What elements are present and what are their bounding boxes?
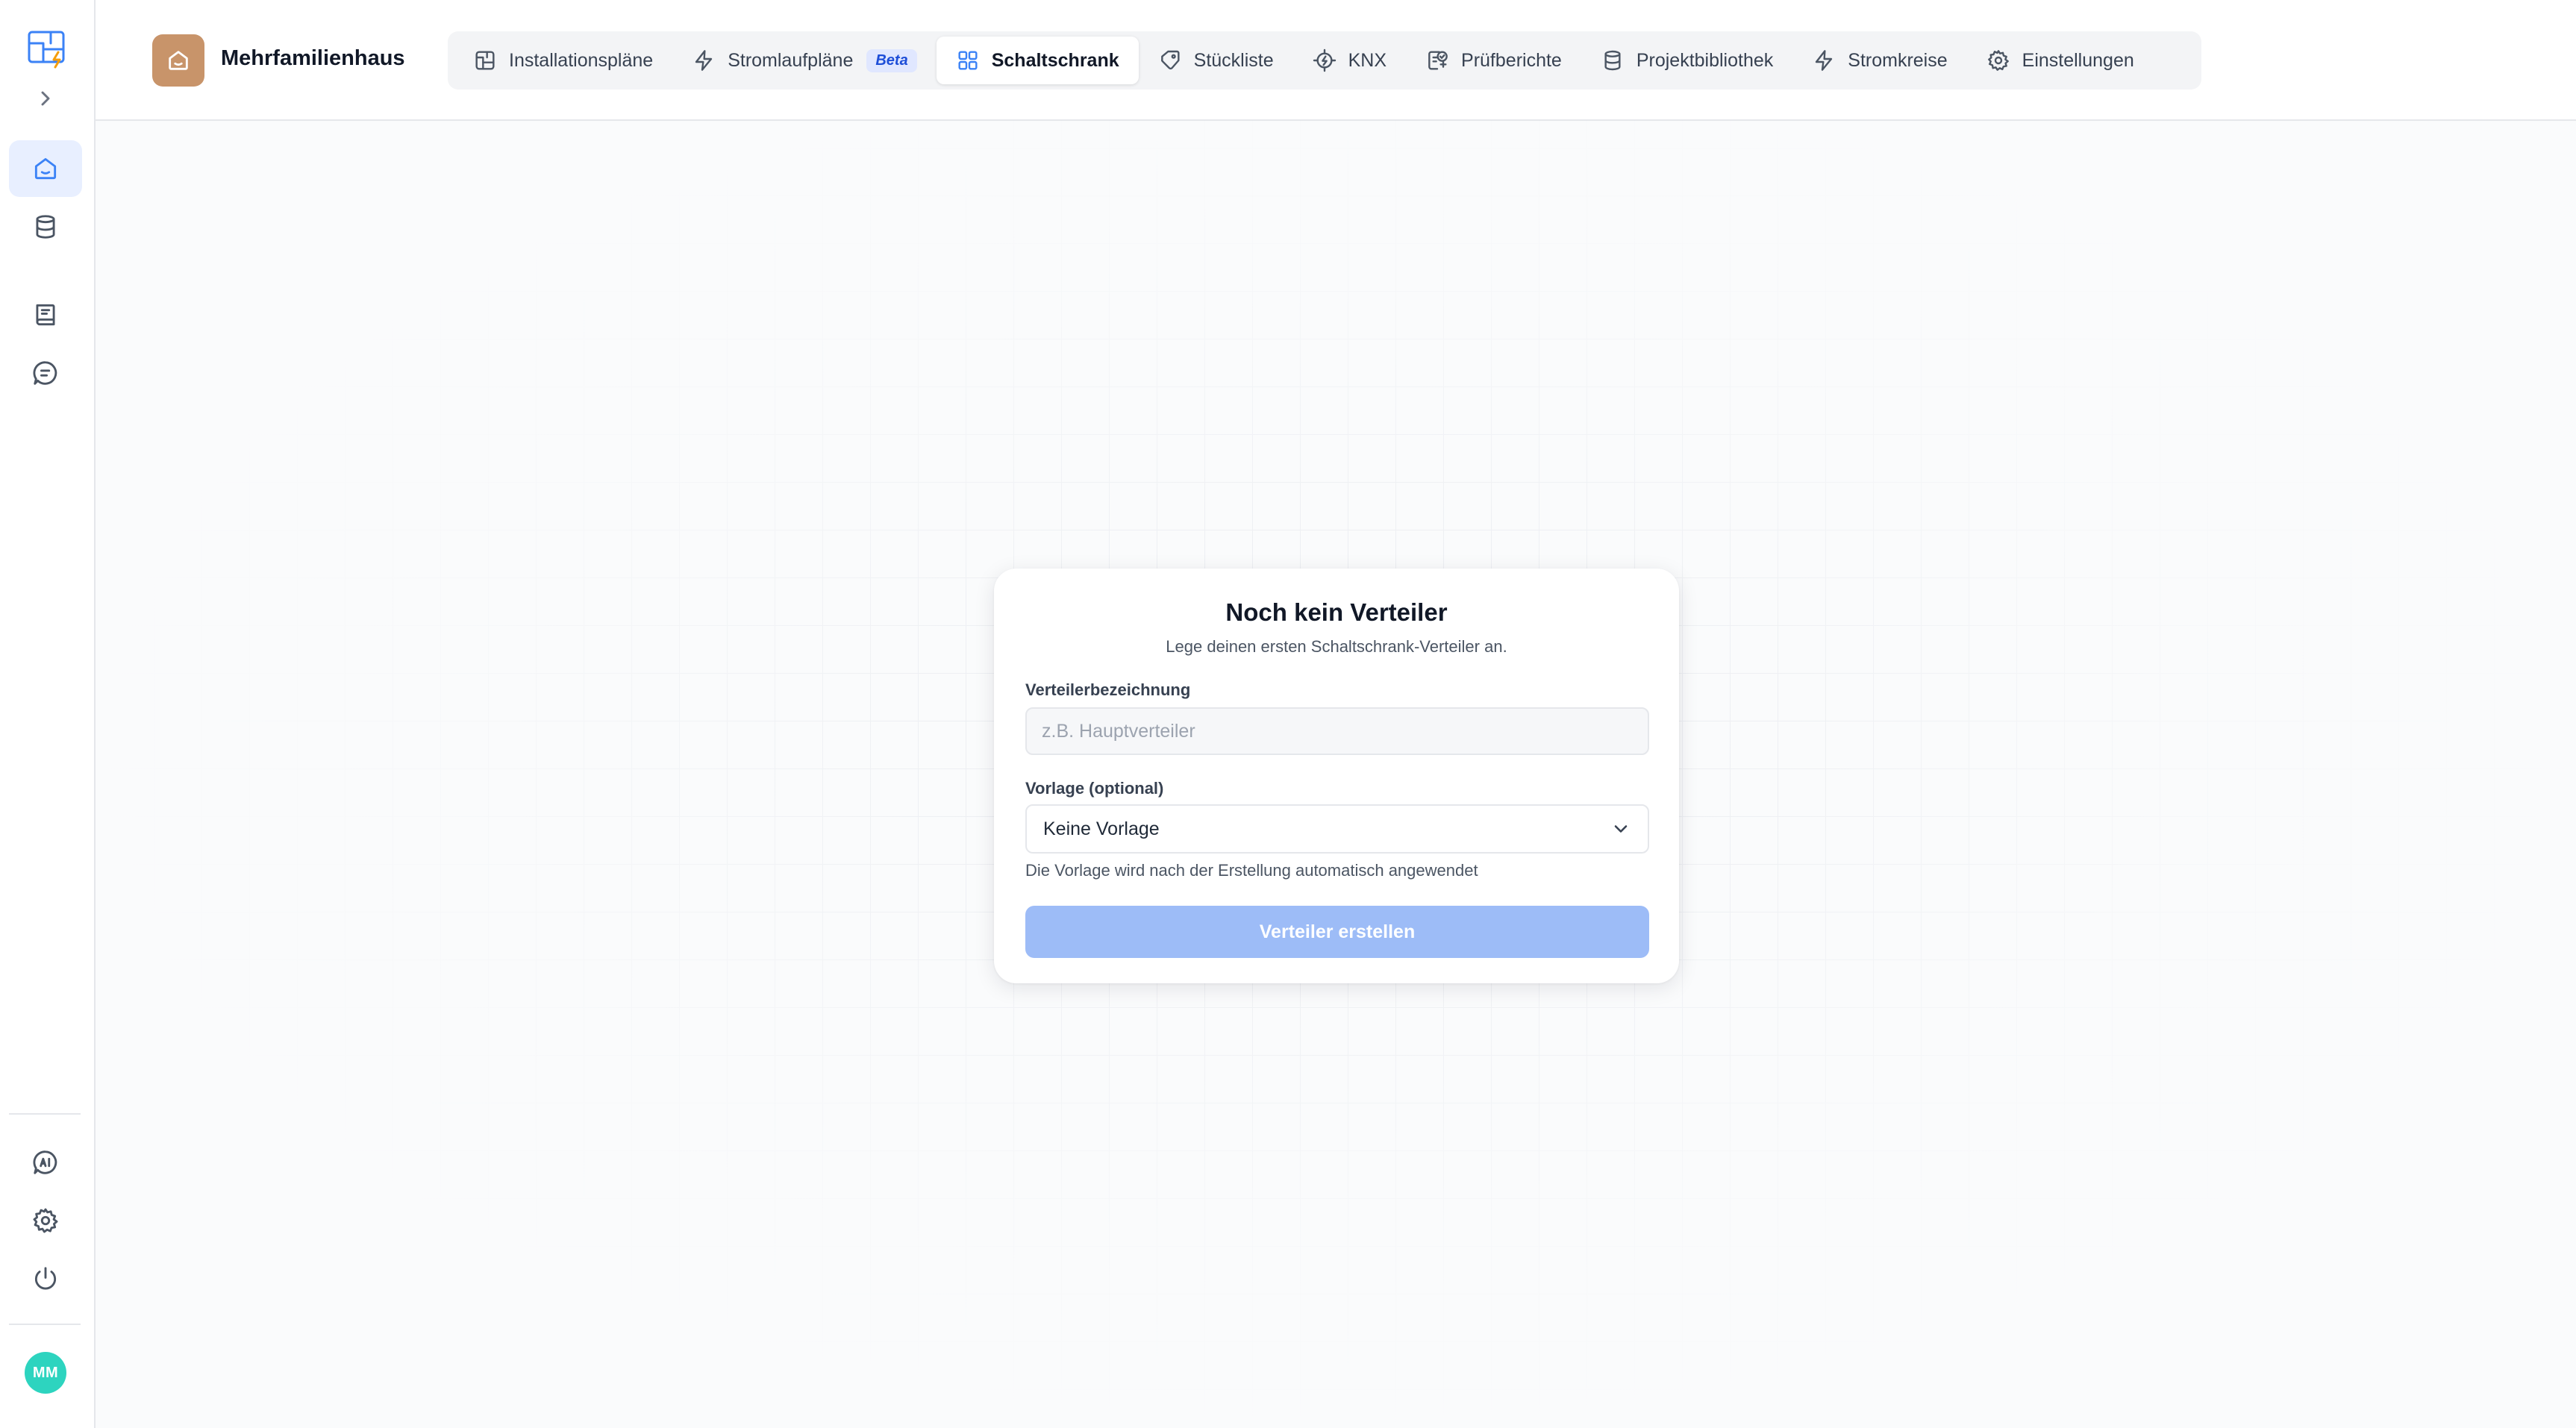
home-icon (34, 157, 57, 180)
template-selected-value: Keine Vorlage (1043, 818, 1160, 839)
lightning-icon (695, 50, 713, 71)
tab-label: Stromkreise (1848, 49, 1948, 71)
sidebar-item-ai[interactable] (9, 1134, 82, 1191)
database-icon (36, 215, 55, 239)
lightning-icon (1816, 50, 1833, 71)
power-icon (34, 1267, 57, 1290)
tab-installationsplaene[interactable]: Installationspläne (454, 37, 672, 84)
left-sidebar: MM (0, 0, 96, 1428)
tab-stromkreise[interactable]: Stromkreise (1792, 37, 1966, 84)
sidebar-item-chat[interactable] (9, 345, 82, 401)
tab-schaltschrank[interactable]: Schaltschrank (936, 37, 1139, 84)
tab-pruefberichte[interactable]: Prüfberichte (1406, 37, 1581, 84)
app-logo-icon[interactable] (25, 28, 67, 70)
tab-label: Stückliste (1193, 49, 1274, 71)
tab-label: Installationspläne (509, 49, 654, 71)
chip-icon (1313, 48, 1336, 72)
tab-label: Stromlaufpläne (728, 49, 854, 71)
template-hint: Die Vorlage wird nach der Erstellung aut… (1025, 861, 1478, 880)
home-icon (169, 51, 188, 70)
tab-label: Prüfberichte (1461, 49, 1562, 71)
name-field-label: Verteilerbezeichnung (1025, 680, 1191, 699)
dialog-title: Noch kein Verteiler (1225, 598, 1448, 626)
sidebar-divider (9, 1113, 81, 1115)
tab-label: Schaltschrank (991, 49, 1119, 71)
chevron-down-icon (1614, 825, 1628, 833)
tag-icon (1160, 50, 1180, 70)
empty-state-dialog: Noch kein Verteiler Lege deinen ersten S… (994, 569, 1679, 983)
create-verteiler-button[interactable]: Verteiler erstellen (1025, 906, 1649, 958)
tab-stromlaufplaene[interactable]: Stromlaufpläne Beta (672, 37, 937, 84)
blueprint-icon (475, 51, 495, 70)
grid-icon (958, 51, 978, 70)
top-header: Mehrfamilienhaus Installationspläne Stro… (96, 0, 2576, 121)
chat-icon (33, 361, 57, 385)
tab-projektbibliothek[interactable]: Projektbibliothek (1581, 37, 1792, 84)
project-title: Mehrfamilienhaus (221, 46, 405, 70)
sidebar-divider (9, 1324, 81, 1325)
sidebar-item-database[interactable] (9, 198, 82, 255)
beta-badge: Beta (866, 48, 917, 72)
tab-label: Einstellungen (2022, 49, 2134, 71)
verteiler-name-input[interactable] (1025, 707, 1649, 755)
tab-label: Projektbibliothek (1636, 49, 1774, 71)
template-field-label: Vorlage (optional) (1025, 779, 1164, 798)
book-icon (36, 304, 55, 326)
dialog-subtitle: Lege deinen ersten Schaltschrank-Verteil… (1166, 637, 1507, 656)
tab-einstellungen[interactable]: Einstellungen (1967, 37, 2154, 84)
tab-stueckliste[interactable]: Stückliste (1139, 37, 1293, 84)
sidebar-item-logout[interactable] (9, 1250, 82, 1307)
sidebar-item-settings[interactable] (9, 1192, 82, 1249)
sidebar-item-docs[interactable] (9, 286, 82, 343)
avatar[interactable]: MM (25, 1352, 66, 1394)
tab-knx[interactable]: KNX (1293, 37, 1406, 84)
gear-icon (1987, 50, 2009, 71)
database-icon (1604, 50, 1621, 71)
gear-icon (33, 1208, 58, 1233)
ai-icon (33, 1150, 57, 1174)
report-check-icon (1428, 51, 1448, 70)
chevron-right-icon[interactable] (34, 87, 57, 110)
tab-label: KNX (1348, 49, 1387, 71)
sidebar-item-home[interactable] (9, 140, 82, 197)
tab-bar: Installationspläne Stromlaufpläne Beta S… (448, 31, 2201, 90)
project-avatar[interactable] (152, 34, 204, 87)
template-select[interactable]: Keine Vorlage (1025, 804, 1649, 854)
